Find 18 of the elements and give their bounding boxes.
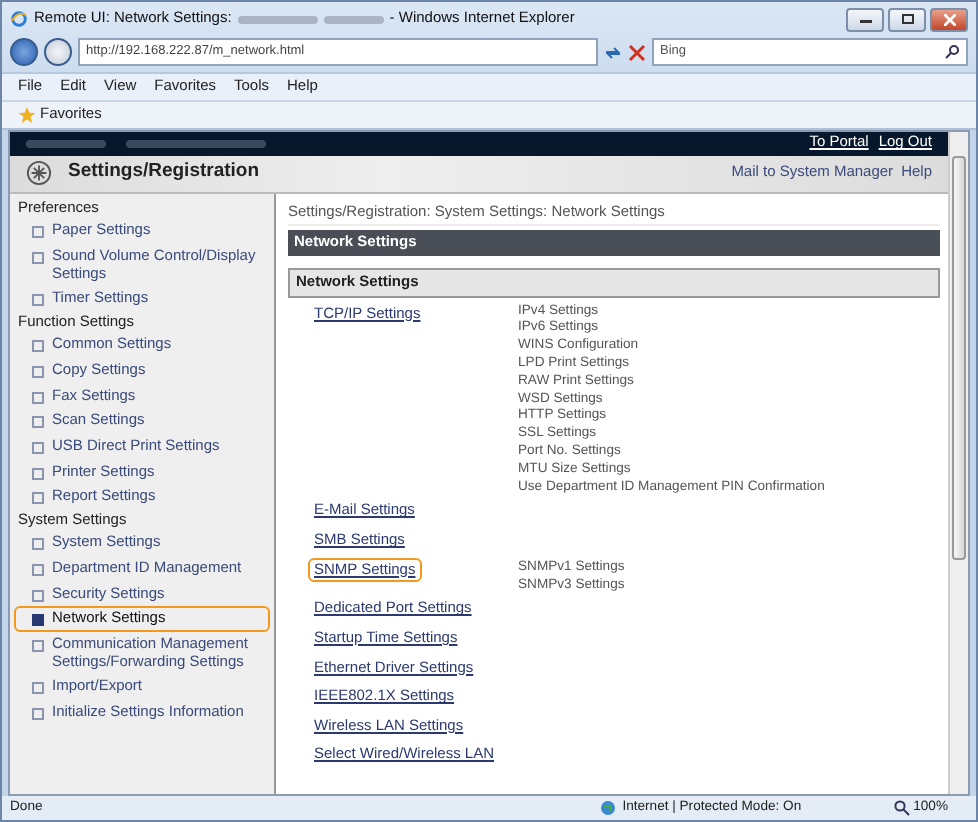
close-icon [943, 13, 955, 25]
gear-icon [26, 160, 52, 187]
search-icon[interactable] [944, 44, 960, 60]
browser-logo-icon [10, 10, 28, 28]
page-heading: Settings/Registration [68, 162, 260, 185]
stop-icon[interactable] [628, 43, 646, 61]
minimize-icon [859, 15, 871, 23]
forward-button[interactable] [44, 38, 72, 66]
star-icon[interactable] [18, 105, 36, 124]
globe-icon [600, 800, 617, 816]
refresh-icon[interactable] [604, 43, 622, 61]
close-button[interactable] [930, 7, 968, 31]
back-button[interactable] [10, 38, 38, 66]
minimize-button[interactable] [846, 7, 884, 31]
maximize-icon [901, 14, 913, 24]
scrollbar[interactable] [948, 131, 968, 794]
magnifier-icon[interactable] [893, 800, 910, 816]
maximize-button[interactable] [888, 7, 926, 31]
